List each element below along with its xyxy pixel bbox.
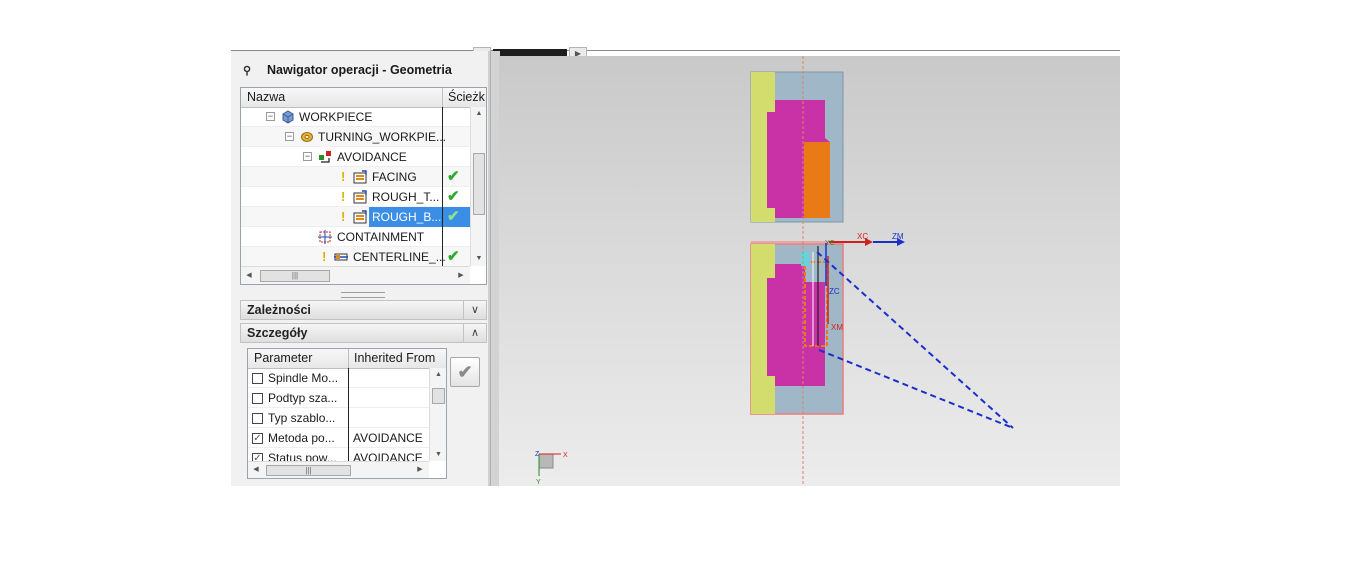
triad-label-x: X — [563, 452, 568, 459]
operation-tree[interactable]: Nazwa Ścieżk − WORKPIECE − TURNING_WORKP… — [240, 87, 487, 285]
tree-row-containment[interactable]: CONTAINMENT — [241, 227, 470, 247]
axis-label-xc: XC — [857, 232, 868, 241]
profile-magenta-lower — [767, 264, 825, 386]
containment-icon — [318, 230, 332, 244]
scroll-up-arrow[interactable]: ▲ — [471, 107, 486, 121]
chevron-down-icon[interactable]: ∨ — [463, 301, 486, 319]
details-row[interactable]: ✓ Metoda po... AVOIDANCE — [248, 428, 429, 448]
details-row[interactable]: Spindle Mo... — [248, 368, 429, 388]
column-header-parameter[interactable]: Parameter — [254, 351, 312, 366]
collapse-toggle[interactable]: − — [303, 152, 312, 161]
scroll-thumb[interactable]: ||| — [260, 270, 330, 282]
scroll-thumb[interactable] — [432, 388, 445, 404]
triad-label-y: Y — [536, 479, 541, 486]
details-header: Parameter Inherited From — [248, 349, 446, 369]
centerline-operation-icon — [334, 253, 348, 261]
dependencies-section-header[interactable]: Zależności ∨ — [240, 300, 487, 320]
scroll-thumb[interactable] — [473, 153, 485, 215]
row-checkbox-checked[interactable]: ✓ — [252, 433, 263, 444]
column-divider — [348, 368, 349, 461]
confirm-button[interactable]: ✔ — [450, 357, 480, 387]
row-checkbox[interactable] — [252, 393, 263, 404]
workpiece-icon — [282, 110, 294, 124]
tree-row-turning-workpiece[interactable]: − TURNING_WORKPIE... — [241, 127, 470, 147]
column-header-path[interactable]: Ścieżk — [448, 90, 485, 105]
path-ok-icon: ✔ — [447, 208, 460, 225]
tree-row-avoidance[interactable]: − AVOIDANCE — [241, 147, 470, 167]
tree-row-rough-t[interactable]: ! ROUGH_T... ✔ — [241, 187, 470, 207]
path-ok-icon: ✔ — [447, 248, 460, 265]
column-header-name[interactable]: Nazwa — [247, 90, 285, 105]
profile-orange-upper — [804, 142, 830, 218]
collapse-toggle[interactable]: − — [266, 112, 275, 121]
splitter-handle[interactable] — [341, 292, 385, 298]
axis-label-zm: ZM — [892, 232, 904, 241]
collapse-toggle[interactable]: − — [285, 132, 294, 141]
scroll-right-arrow[interactable]: ▶ — [414, 463, 426, 477]
operation-navigator-panel: ⚲ Nawigator operacji - Geometria Nazwa Śc… — [231, 51, 490, 486]
column-divider — [442, 107, 443, 266]
nx-cam-window: ◀ ▶ ⚲Nawigator operacji - Geometria Nazw… — [231, 44, 1120, 486]
details-section-header[interactable]: Szczegóły ∧ — [240, 323, 487, 343]
details-row[interactable]: Typ szablo... — [248, 408, 429, 428]
tree-row-workpiece[interactable]: − WORKPIECE — [241, 107, 470, 127]
scroll-down-arrow[interactable]: ▼ — [471, 252, 486, 266]
triad-label-z: Z — [535, 451, 540, 458]
axis-label-xm: XM — [831, 323, 843, 332]
tool-cyan — [801, 252, 809, 266]
scroll-right-arrow[interactable]: ▶ — [455, 269, 467, 283]
checkmark-icon: ✔ — [457, 362, 473, 382]
details-table[interactable]: Parameter Inherited From Spindle Mo... P… — [247, 348, 447, 479]
details-horizontal-scrollbar[interactable]: ◀ ||| ▶ — [248, 461, 429, 478]
pin-icon[interactable]: ⚲ — [243, 62, 257, 80]
cad-scene[interactable]: XC ZM YC ZC XM X Y Z — [499, 56, 1120, 486]
view-triad-cube — [538, 453, 554, 469]
scroll-left-arrow[interactable]: ◀ — [243, 269, 255, 283]
tree-row-facing[interactable]: ! FACING ✔ — [241, 167, 470, 187]
tree-vertical-scrollbar[interactable]: ▲ ▼ — [470, 107, 486, 266]
path-ok-icon: ✔ — [447, 168, 460, 185]
scroll-left-arrow[interactable]: ◀ — [250, 463, 262, 477]
axis-label-zc: ZC — [829, 287, 840, 296]
turning-operation-icon — [353, 170, 367, 184]
scroll-up-arrow[interactable]: ▲ — [430, 368, 446, 381]
scroll-down-arrow[interactable]: ▼ — [430, 448, 446, 461]
panel-title: ⚲ Nawigator operacji - Geometria — [243, 61, 452, 79]
details-row[interactable]: Podtyp sza... — [248, 388, 429, 408]
rapid-move-upper — [816, 251, 1014, 429]
scroll-thumb[interactable]: ||| — [266, 465, 351, 476]
tree-header: Nazwa Ścieżk — [241, 88, 486, 108]
column-header-inherited[interactable]: Inherited From — [354, 351, 435, 366]
avoidance-icon — [319, 151, 331, 163]
chevron-up-icon[interactable]: ∧ — [463, 324, 486, 342]
details-vertical-scrollbar[interactable]: ▲ ▼ — [429, 368, 446, 461]
turning-operation-icon — [353, 210, 367, 224]
turning-operation-icon — [353, 190, 367, 204]
warning-icon: ! — [341, 209, 346, 224]
warning-icon: ! — [341, 189, 346, 204]
graphics-viewport[interactable]: XC ZM YC ZC XM X Y Z — [499, 56, 1120, 486]
tree-row-rough-b[interactable]: ! ROUGH_B... ✔ — [241, 206, 472, 228]
warning-icon: ! — [341, 169, 346, 184]
turning-workpiece-icon — [301, 132, 313, 142]
row-checkbox[interactable] — [252, 413, 263, 424]
path-ok-icon: ✔ — [447, 188, 460, 205]
row-checkbox[interactable] — [252, 373, 263, 384]
tree-horizontal-scrollbar[interactable]: ◀ ||| ▶ — [241, 266, 470, 284]
rapid-move-lower — [818, 349, 1014, 429]
tree-row-centerline[interactable]: ! CENTERLINE_... ✔ — [241, 247, 470, 267]
warning-icon: ! — [322, 249, 327, 264]
